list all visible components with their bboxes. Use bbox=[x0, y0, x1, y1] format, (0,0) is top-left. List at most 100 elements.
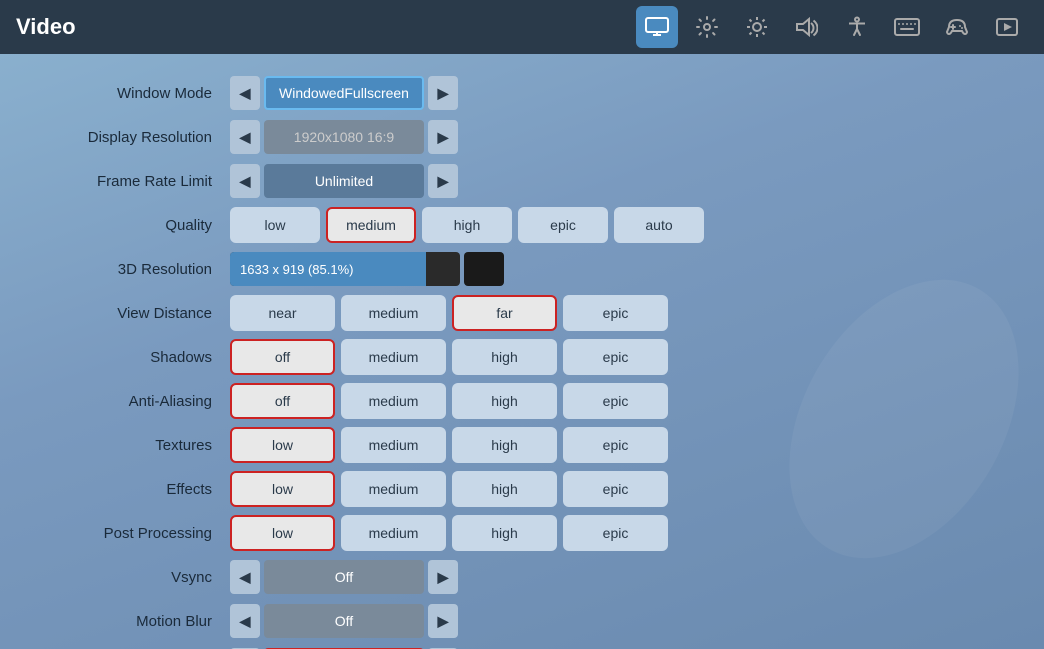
vsync-row: Vsync ◀ Off ▶ bbox=[40, 558, 1004, 596]
resolution-bar-text: 1633 x 919 (85.1%) bbox=[240, 262, 353, 277]
shadows-options: off medium high epic bbox=[230, 339, 668, 375]
quality-label: Quality bbox=[40, 217, 230, 234]
frame-rate-label: Frame Rate Limit bbox=[40, 173, 230, 190]
frame-rate-row: Frame Rate Limit ◀ Unlimited ▶ bbox=[40, 162, 1004, 200]
page-title: Video bbox=[16, 14, 76, 40]
vsync-value: Off bbox=[264, 560, 424, 594]
shadows-high-btn[interactable]: high bbox=[452, 339, 557, 375]
pp-low-btn[interactable]: low bbox=[230, 515, 335, 551]
effects-row: Effects low medium high epic bbox=[40, 470, 1004, 508]
shadows-epic-btn[interactable]: epic bbox=[563, 339, 668, 375]
post-processing-options: low medium high epic bbox=[230, 515, 668, 551]
keyboard-tab[interactable] bbox=[886, 6, 928, 48]
display-res-left-btn[interactable]: ◀ bbox=[230, 120, 260, 154]
resolution-3d-row: 3D Resolution 1633 x 919 (85.1%) bbox=[40, 250, 1004, 288]
window-mode-row: Window Mode ◀ WindowedFullscreen ▶ bbox=[40, 74, 1004, 112]
window-mode-label: Window Mode bbox=[40, 85, 230, 102]
post-processing-row: Post Processing low medium high epic bbox=[40, 514, 1004, 552]
window-mode-value: WindowedFullscreen bbox=[264, 76, 424, 110]
anti-aliasing-row: Anti-Aliasing off medium high epic bbox=[40, 382, 1004, 420]
quality-medium-btn[interactable]: medium bbox=[326, 207, 416, 243]
effects-label: Effects bbox=[40, 481, 230, 498]
pp-epic-btn[interactable]: epic bbox=[563, 515, 668, 551]
textures-label: Textures bbox=[40, 437, 230, 454]
motion-blur-left-btn[interactable]: ◀ bbox=[230, 604, 260, 638]
pp-medium-btn[interactable]: medium bbox=[341, 515, 446, 551]
quality-epic-btn[interactable]: epic bbox=[518, 207, 608, 243]
anti-aliasing-options: off medium high epic bbox=[230, 383, 668, 419]
view-distance-label: View Distance bbox=[40, 305, 230, 322]
resolution-bar-fill: 1633 x 919 (85.1%) bbox=[230, 252, 426, 286]
content-area: Window Mode ◀ WindowedFullscreen ▶ Displ… bbox=[0, 54, 1044, 649]
textures-low-btn[interactable]: low bbox=[230, 427, 335, 463]
resolution-3d-label: 3D Resolution bbox=[40, 261, 230, 278]
replay-tab[interactable] bbox=[986, 6, 1028, 48]
window-mode-right-btn[interactable]: ▶ bbox=[428, 76, 458, 110]
frame-rate-control: ◀ Unlimited ▶ bbox=[230, 164, 458, 198]
view-epic-btn[interactable]: epic bbox=[563, 295, 668, 331]
motion-blur-value: Off bbox=[264, 604, 424, 638]
monitor-tab[interactable] bbox=[636, 6, 678, 48]
display-resolution-control: ◀ 1920x1080 16:9 ▶ bbox=[230, 120, 458, 154]
effects-epic-btn[interactable]: epic bbox=[563, 471, 668, 507]
aa-high-btn[interactable]: high bbox=[452, 383, 557, 419]
view-distance-row: View Distance near medium far epic bbox=[40, 294, 1004, 332]
aa-epic-btn[interactable]: epic bbox=[563, 383, 668, 419]
vsync-label: Vsync bbox=[40, 569, 230, 586]
display-resolution-value: 1920x1080 16:9 bbox=[264, 120, 424, 154]
vsync-right-btn[interactable]: ▶ bbox=[428, 560, 458, 594]
quality-high-btn[interactable]: high bbox=[422, 207, 512, 243]
textures-medium-btn[interactable]: medium bbox=[341, 427, 446, 463]
shadows-off-btn[interactable]: off bbox=[230, 339, 335, 375]
display-resolution-row: Display Resolution ◀ 1920x1080 16:9 ▶ bbox=[40, 118, 1004, 156]
effects-medium-btn[interactable]: medium bbox=[341, 471, 446, 507]
view-distance-options: near medium far epic bbox=[230, 295, 668, 331]
quality-low-btn[interactable]: low bbox=[230, 207, 320, 243]
motion-blur-control: ◀ Off ▶ bbox=[230, 604, 458, 638]
header: Video bbox=[0, 0, 1044, 54]
shadows-medium-btn[interactable]: medium bbox=[341, 339, 446, 375]
app-container: Video bbox=[0, 0, 1044, 649]
aa-medium-btn[interactable]: medium bbox=[341, 383, 446, 419]
effects-options: low medium high epic bbox=[230, 471, 668, 507]
effects-high-btn[interactable]: high bbox=[452, 471, 557, 507]
vsync-control: ◀ Off ▶ bbox=[230, 560, 458, 594]
effects-low-btn[interactable]: low bbox=[230, 471, 335, 507]
view-far-btn[interactable]: far bbox=[452, 295, 557, 331]
resolution-bar-background[interactable]: 1633 x 919 (85.1%) bbox=[230, 252, 460, 286]
shadows-label: Shadows bbox=[40, 349, 230, 366]
motion-blur-label: Motion Blur bbox=[40, 613, 230, 630]
motion-blur-row: Motion Blur ◀ Off ▶ bbox=[40, 602, 1004, 640]
quality-options: low medium high epic auto bbox=[230, 207, 704, 243]
textures-row: Textures low medium high epic bbox=[40, 426, 1004, 464]
anti-aliasing-label: Anti-Aliasing bbox=[40, 393, 230, 410]
frame-rate-value: Unlimited bbox=[264, 164, 424, 198]
quality-auto-btn[interactable]: auto bbox=[614, 207, 704, 243]
motion-blur-right-btn[interactable]: ▶ bbox=[428, 604, 458, 638]
vsync-left-btn[interactable]: ◀ bbox=[230, 560, 260, 594]
resolution-3d-control: 1633 x 919 (85.1%) bbox=[230, 252, 504, 286]
aa-off-btn[interactable]: off bbox=[230, 383, 335, 419]
controller-tab[interactable] bbox=[936, 6, 978, 48]
quality-row: Quality low medium high epic auto bbox=[40, 206, 1004, 244]
frame-rate-left-btn[interactable]: ◀ bbox=[230, 164, 260, 198]
header-icons bbox=[636, 6, 1028, 48]
gear-tab[interactable] bbox=[686, 6, 728, 48]
display-res-right-btn[interactable]: ▶ bbox=[428, 120, 458, 154]
audio-tab[interactable] bbox=[786, 6, 828, 48]
window-mode-control: ◀ WindowedFullscreen ▶ bbox=[230, 76, 458, 110]
frame-rate-right-btn[interactable]: ▶ bbox=[428, 164, 458, 198]
textures-options: low medium high epic bbox=[230, 427, 668, 463]
post-processing-label: Post Processing bbox=[40, 525, 230, 542]
accessibility-tab[interactable] bbox=[836, 6, 878, 48]
textures-epic-btn[interactable]: epic bbox=[563, 427, 668, 463]
textures-high-btn[interactable]: high bbox=[452, 427, 557, 463]
display-resolution-label: Display Resolution bbox=[40, 129, 230, 146]
resolution-color-swatch bbox=[464, 252, 504, 286]
pp-high-btn[interactable]: high bbox=[452, 515, 557, 551]
view-near-btn[interactable]: near bbox=[230, 295, 335, 331]
shadows-row: Shadows off medium high epic bbox=[40, 338, 1004, 376]
view-medium-btn[interactable]: medium bbox=[341, 295, 446, 331]
window-mode-left-btn[interactable]: ◀ bbox=[230, 76, 260, 110]
brightness-tab[interactable] bbox=[736, 6, 778, 48]
